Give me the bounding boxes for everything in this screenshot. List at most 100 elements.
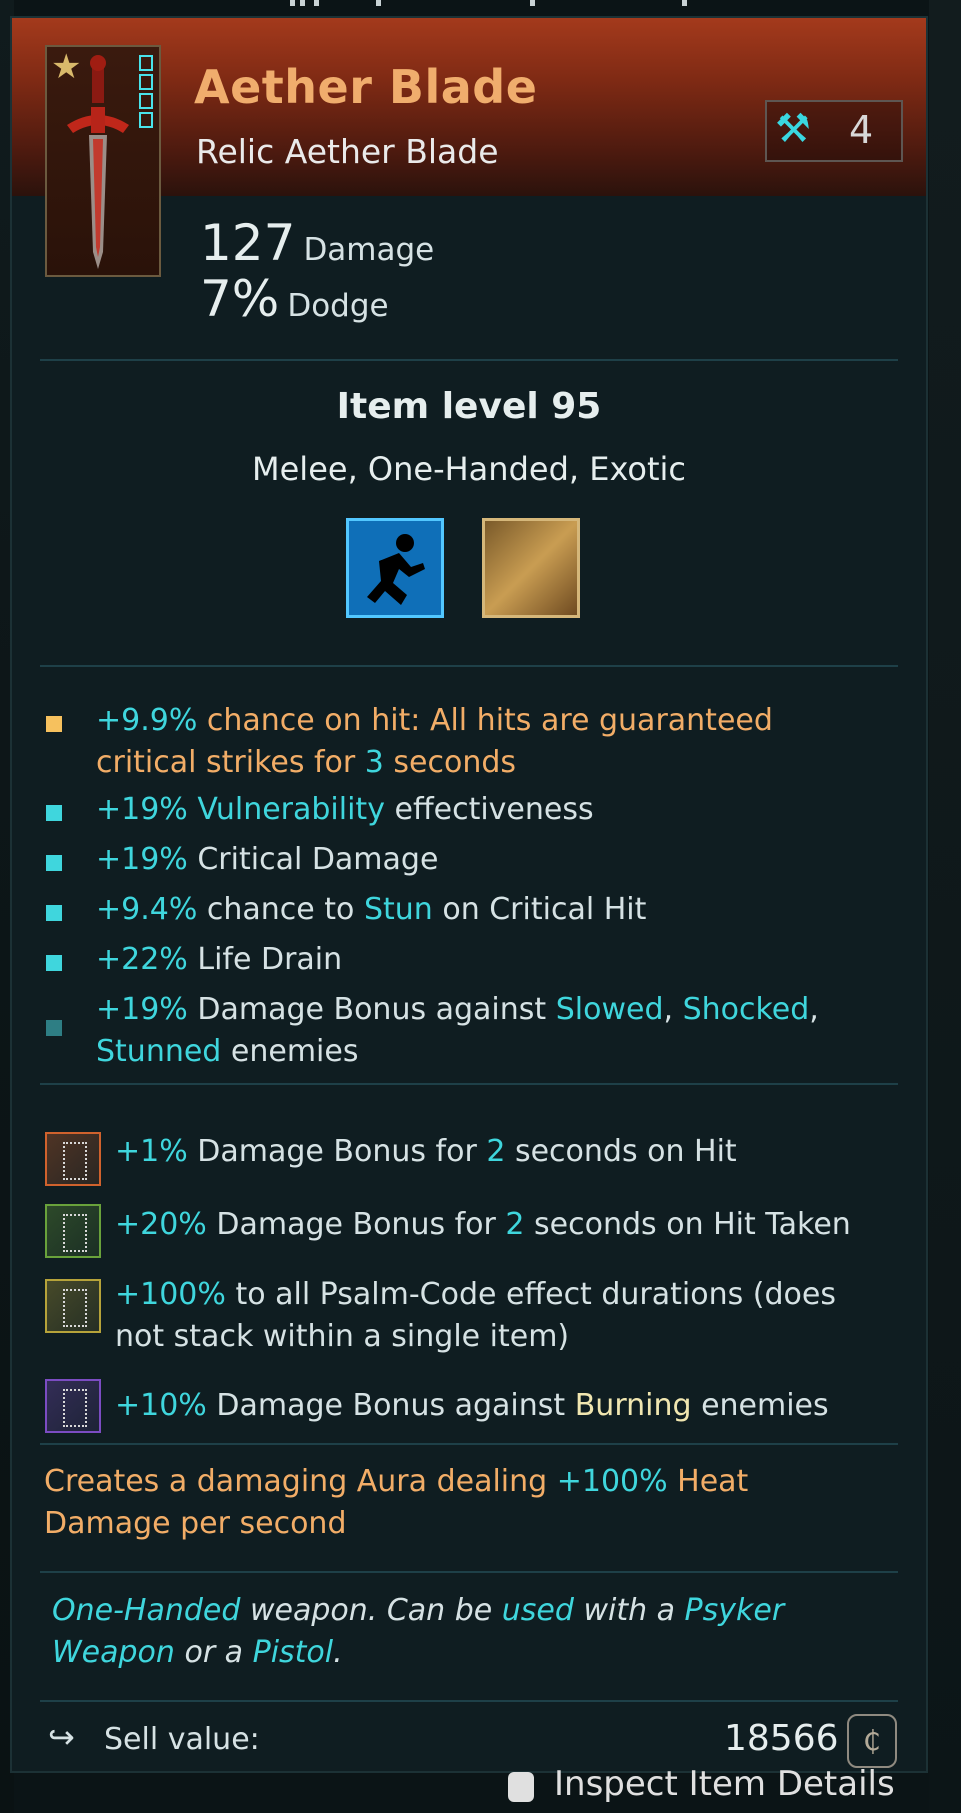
sell-value-label: Sell value: — [104, 1722, 260, 1757]
text-segment: Damage Bonus against — [206, 1388, 575, 1423]
text-segment: +22% — [96, 942, 188, 977]
affix-bullet-icon — [46, 855, 62, 871]
affix-line: +19% Damage Bonus against Slowed, Shocke… — [96, 989, 819, 1031]
text-segment: Slowed — [555, 992, 664, 1027]
affix-bullet-icon — [46, 805, 62, 821]
affix-line: critical strikes for 3 seconds — [96, 742, 773, 784]
text-segment: not stack within a single item) — [115, 1319, 570, 1354]
stat-dodge: 7% Dodge — [200, 270, 389, 328]
psalm-code-row: +20% Damage Bonus for 2 seconds on Hit T… — [115, 1204, 851, 1246]
psalm-code-line: not stack within a single item) — [115, 1316, 836, 1358]
aura-effect-text: Creates a damaging Aura dealing +100% He… — [44, 1461, 864, 1545]
psalm-code-icon — [45, 1379, 101, 1433]
divider — [40, 1700, 898, 1702]
stat-damage: 127 Damage — [200, 214, 434, 272]
psalm-code-glyph — [63, 1289, 87, 1327]
text-segment: effectiveness — [384, 792, 594, 827]
affix-bullet-icon — [46, 955, 62, 971]
text-segment: Heat — [667, 1464, 749, 1499]
text-segment: 3 — [364, 745, 384, 780]
text-segment: with a — [573, 1593, 685, 1628]
affix-row: +19% Damage Bonus against Slowed, Shocke… — [96, 989, 819, 1073]
header-cutoff-fragment — [280, 0, 700, 6]
text-segment: 2 — [505, 1207, 525, 1242]
text-segment: +19% — [96, 992, 188, 1027]
burning-tome-icon[interactable] — [482, 518, 580, 618]
text-segment: Weapon — [52, 1635, 175, 1670]
text-segment: +100% — [115, 1277, 226, 1312]
text-segment: Damage Bonus against — [187, 992, 556, 1027]
text-segment: used — [501, 1593, 574, 1628]
item-level: Item level 95 — [336, 386, 602, 427]
text-segment: 2 — [486, 1134, 506, 1169]
weapon-usage-text: One-Handed weapon. Can be used with a Ps… — [52, 1590, 872, 1674]
text-segment: +9.9% — [96, 703, 198, 738]
psalm-code-glyph — [63, 1142, 87, 1180]
background-right-edge — [929, 0, 961, 1813]
item-tags: Melee, One-Handed, Exotic — [252, 450, 686, 488]
sell-value-amount: 18566 — [724, 1718, 839, 1759]
text-segment: critical strikes for — [96, 745, 365, 780]
text-segment: enemies — [221, 1034, 359, 1069]
text-segment: seconds on Hit — [505, 1134, 737, 1169]
psalm-code-line: +10% Damage Bonus against Burning enemie… — [115, 1385, 829, 1427]
item-name: Aether Blade — [194, 60, 538, 114]
text-segment: Damage per second — [44, 1506, 347, 1541]
credits-icon: ₵ — [847, 1714, 897, 1768]
stat-damage-label: Damage — [303, 232, 435, 268]
item-subtitle: Relic Aether Blade — [196, 132, 499, 171]
affix-row: +9.4% chance to Stun on Critical Hit — [96, 889, 646, 931]
text-segment: Shocked — [682, 992, 810, 1027]
text-segment: +19% — [96, 842, 188, 877]
divider — [40, 665, 898, 667]
text-segment: +100% — [556, 1464, 668, 1499]
divider — [40, 1571, 898, 1573]
aura-line-2: Damage per second — [44, 1503, 864, 1545]
text-segment: One-Handed — [52, 1593, 241, 1628]
text-segment: Critical Damage — [187, 842, 439, 877]
text-segment: +1% — [115, 1134, 188, 1169]
text-segment: or a — [174, 1635, 253, 1670]
running-figure-icon[interactable] — [346, 518, 444, 618]
text-segment: +9.4% — [96, 892, 198, 927]
psalm-code-row: +100% to all Psalm-Code effect durations… — [115, 1274, 836, 1358]
psalm-code-line: +20% Damage Bonus for 2 seconds on Hit T… — [115, 1204, 851, 1246]
text-segment: Damage Bonus for — [187, 1134, 487, 1169]
sell-arrow-icon: ↪ — [48, 1718, 75, 1756]
text-segment: , — [663, 992, 683, 1027]
usage-line-1: One-Handed weapon. Can be used with a Ps… — [52, 1590, 872, 1632]
affix-line: Stunned enemies — [96, 1031, 819, 1073]
text-segment: Stun — [363, 892, 433, 927]
text-segment: Stunned — [96, 1034, 222, 1069]
affix-row: +22% Life Drain — [96, 939, 342, 981]
affix-bullet-icon — [46, 716, 62, 732]
text-segment: +20% — [115, 1207, 207, 1242]
text-segment: chance on hit: All hits are guaranteed — [197, 703, 773, 738]
text-segment: . — [333, 1635, 343, 1670]
divider — [40, 1083, 898, 1085]
text-segment: +10% — [115, 1388, 207, 1423]
upgrade-level-value: 4 — [849, 108, 874, 152]
item-thumbnail: ★ — [45, 45, 161, 277]
psalm-code-icon — [45, 1279, 101, 1333]
inspect-item-details-label: Inspect Item Details — [554, 1768, 895, 1804]
affix-line: +9.9% chance on hit: All hits are guaran… — [96, 700, 773, 742]
affix-bullet-icon — [46, 905, 62, 921]
inspect-item-details-hint[interactable]: Inspect Item Details — [508, 1768, 908, 1813]
stat-dodge-label: Dodge — [287, 288, 389, 324]
sword-icon — [67, 55, 129, 269]
mouse-key-icon — [508, 1772, 534, 1802]
psalm-code-line: +1% Damage Bonus for 2 seconds on Hit — [115, 1131, 737, 1173]
affix-row: +19% Vulnerability effectiveness — [96, 789, 594, 831]
affix-bullet-icon — [46, 1020, 62, 1036]
affix-row: +19% Critical Damage — [96, 839, 438, 881]
stat-damage-value: 127 — [200, 214, 296, 272]
psalm-code-line: +100% to all Psalm-Code effect durations… — [115, 1274, 836, 1316]
hammer-icon: ⚒ — [775, 106, 811, 152]
text-segment: +19% — [96, 792, 188, 827]
text-segment: Burning — [574, 1388, 692, 1423]
psalm-code-glyph — [63, 1389, 87, 1427]
item-tooltip: ★ Aether Blade Relic Aether Blade ⚒ 4 12… — [10, 16, 928, 1773]
affix-row: +9.9% chance on hit: All hits are guaran… — [96, 700, 773, 784]
psalm-code-icon — [45, 1204, 101, 1258]
